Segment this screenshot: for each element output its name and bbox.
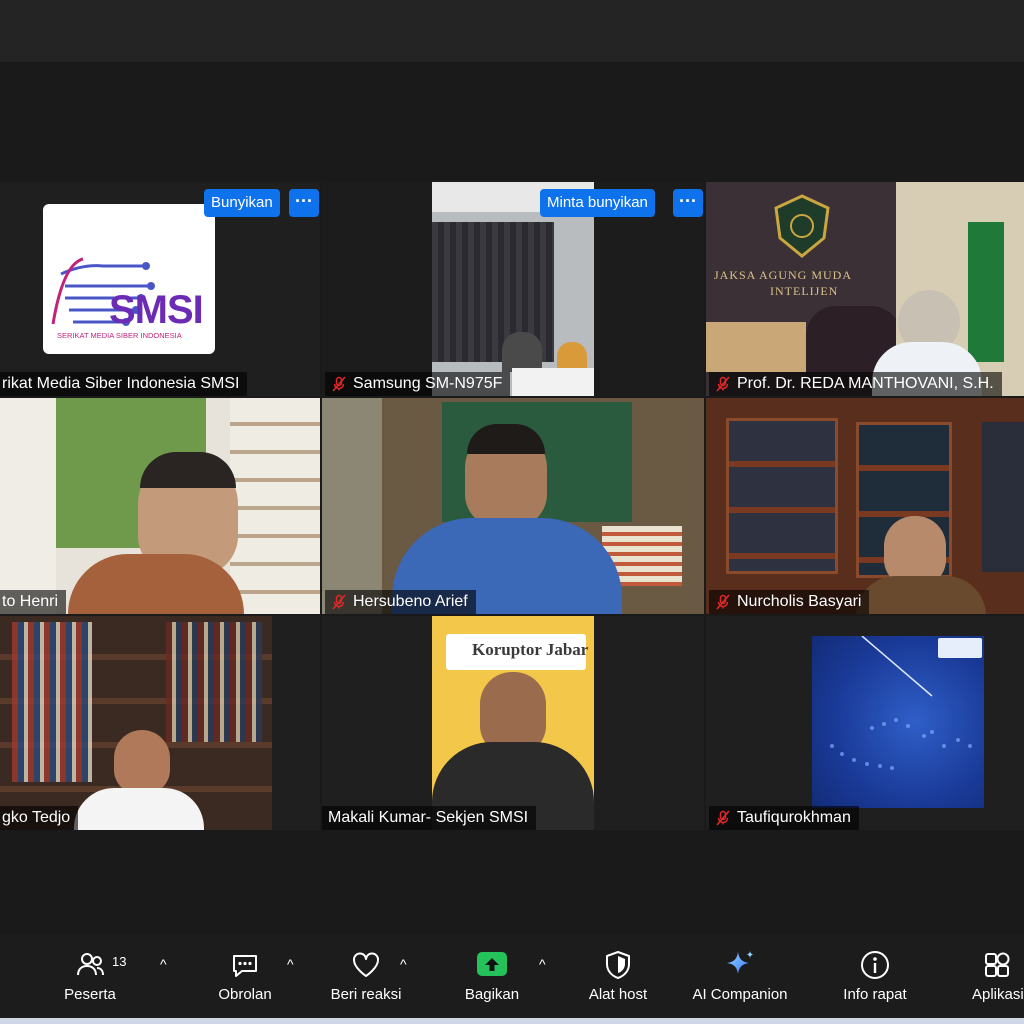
participants-caret[interactable]: ^ <box>160 956 167 972</box>
heart-icon <box>353 952 379 977</box>
meeting-info-label: Info rapat <box>843 986 907 1003</box>
participant-count: 13 <box>112 954 127 969</box>
ai-companion-button[interactable]: AI Companion <box>684 948 796 1003</box>
reactions-caret[interactable]: ^ <box>400 956 407 972</box>
smsi-logo-subtitle: SERIKAT MEDIA SIBER INDONESIA <box>57 331 182 340</box>
participants-label: Peserta <box>64 986 116 1003</box>
participants-icon <box>77 953 104 976</box>
video-tile-hersubeno[interactable]: Hersubeno Arief <box>322 398 704 614</box>
share-label: Bagikan <box>464 986 520 1003</box>
shield-icon <box>606 951 630 979</box>
info-icon <box>861 951 889 979</box>
more-options-button[interactable]: ··· <box>289 189 319 217</box>
smsi-logo-card: SMSI SERIKAT MEDIA SIBER INDONESIA <box>43 204 215 354</box>
video-tile-smsi[interactable]: SMSI SERIKAT MEDIA SIBER INDONESIA Bunyi… <box>0 182 320 396</box>
participant-name-label: Samsung SM-N975F <box>325 372 511 396</box>
participant-name: Nurcholis Basyari <box>737 593 862 610</box>
ai-companion-label: AI Companion <box>692 986 788 1003</box>
chat-label: Obrolan <box>218 986 272 1003</box>
participant-name: Makali Kumar- Sekjen SMSI <box>328 809 529 826</box>
participant-name: Hersubeno Arief <box>353 593 468 610</box>
participant-name: rikat Media Siber Indonesia SMSI <box>2 375 240 392</box>
window-top-bar <box>0 0 1024 62</box>
office-wall: JAKSA AGUNG MUDA INTELIJEN <box>706 182 901 396</box>
indonesia-map-graphic <box>830 635 972 770</box>
background-banner: Koruptor Jabar <box>446 634 588 670</box>
video-tile-henri[interactable]: to Henri <box>0 398 320 614</box>
wall-text-1: JAKSA AGUNG MUDA <box>714 268 853 282</box>
participant-name-label: Makali Kumar- Sekjen SMSI <box>322 806 537 830</box>
video-tile-samsung[interactable]: Minta bunyikan ··· Samsung SM-N975F <box>322 182 704 396</box>
host-tools-button[interactable]: Alat host <box>578 948 658 1003</box>
participant-name: Taufiqurokhman <box>737 809 851 826</box>
muted-mic-icon <box>716 594 730 610</box>
reactions-label: Beri reaksi <box>330 986 402 1003</box>
share-caret[interactable]: ^ <box>539 956 546 972</box>
chat-caret[interactable]: ^ <box>287 956 294 972</box>
participant-name: to Henri <box>2 593 59 610</box>
sparkle-icon <box>727 951 754 974</box>
host-tools-label: Alat host <box>588 986 648 1003</box>
muted-mic-icon <box>332 594 346 610</box>
video-tile-taufiq[interactable]: Taufiqurokhman <box>706 616 1024 830</box>
video-tile-tedjo[interactable]: gko Tedjo <box>0 616 320 830</box>
muted-mic-icon <box>716 376 730 392</box>
meeting-info-button[interactable]: Info rapat <box>832 948 918 1003</box>
video-tile-makali[interactable]: Koruptor Jabar Makali Kumar- Sekjen SMSI <box>322 616 704 830</box>
participant-name: gko Tedjo <box>2 809 71 826</box>
muted-mic-icon <box>332 376 346 392</box>
apps-button[interactable]: Aplikasi <box>962 948 1024 1003</box>
share-screen-icon <box>477 952 507 976</box>
muted-mic-icon <box>716 810 730 826</box>
reactions-button[interactable]: Beri reaksi <box>322 948 410 1003</box>
meeting-toolbar: Peserta 13 ^ Obrolan ^ Beri reaksi ^ Bag… <box>0 934 1024 1024</box>
participant-name-label: Hersubeno Arief <box>325 590 476 614</box>
chat-button[interactable]: Obrolan <box>205 948 285 1003</box>
map-background-video <box>812 635 984 808</box>
participant-name-label: rikat Media Siber Indonesia SMSI <box>0 372 248 396</box>
video-tile-nurcholis[interactable]: Nurcholis Basyari <box>706 398 1024 614</box>
participant-name-label: Nurcholis Basyari <box>709 590 870 614</box>
unmute-button[interactable]: Bunyikan <box>204 189 280 217</box>
emblem-icon <box>774 194 830 258</box>
participant-name: Prof. Dr. REDA MANTHOVANI, S.H. <box>737 375 994 392</box>
participant-name-label: Prof. Dr. REDA MANTHOVANI, S.H. <box>709 372 1002 396</box>
share-button[interactable]: Bagikan <box>452 948 532 1003</box>
chat-icon <box>233 955 257 977</box>
more-options-button[interactable]: ··· <box>673 189 703 217</box>
participant-name-label: Taufiqurokhman <box>709 806 859 830</box>
participant-name: Samsung SM-N975F <box>353 375 503 392</box>
apps-icon <box>985 952 1010 977</box>
participant-name-label: gko Tedjo <box>0 806 79 830</box>
participant-name-label: to Henri <box>0 590 67 614</box>
ask-to-unmute-button[interactable]: Minta bunyikan <box>540 189 655 217</box>
video-gallery: SMSI SERIKAT MEDIA SIBER INDONESIA Bunyi… <box>0 62 1024 934</box>
smsi-logo-text: SMSI <box>109 288 204 332</box>
wall-text-2: INTELIJEN <box>770 284 839 298</box>
video-tile-reda[interactable]: JAKSA AGUNG MUDA INTELIJEN Prof. Dr. RED… <box>706 182 1024 396</box>
apps-label: Aplikasi <box>972 986 1024 1003</box>
window-bottom-edge <box>0 1018 1024 1024</box>
